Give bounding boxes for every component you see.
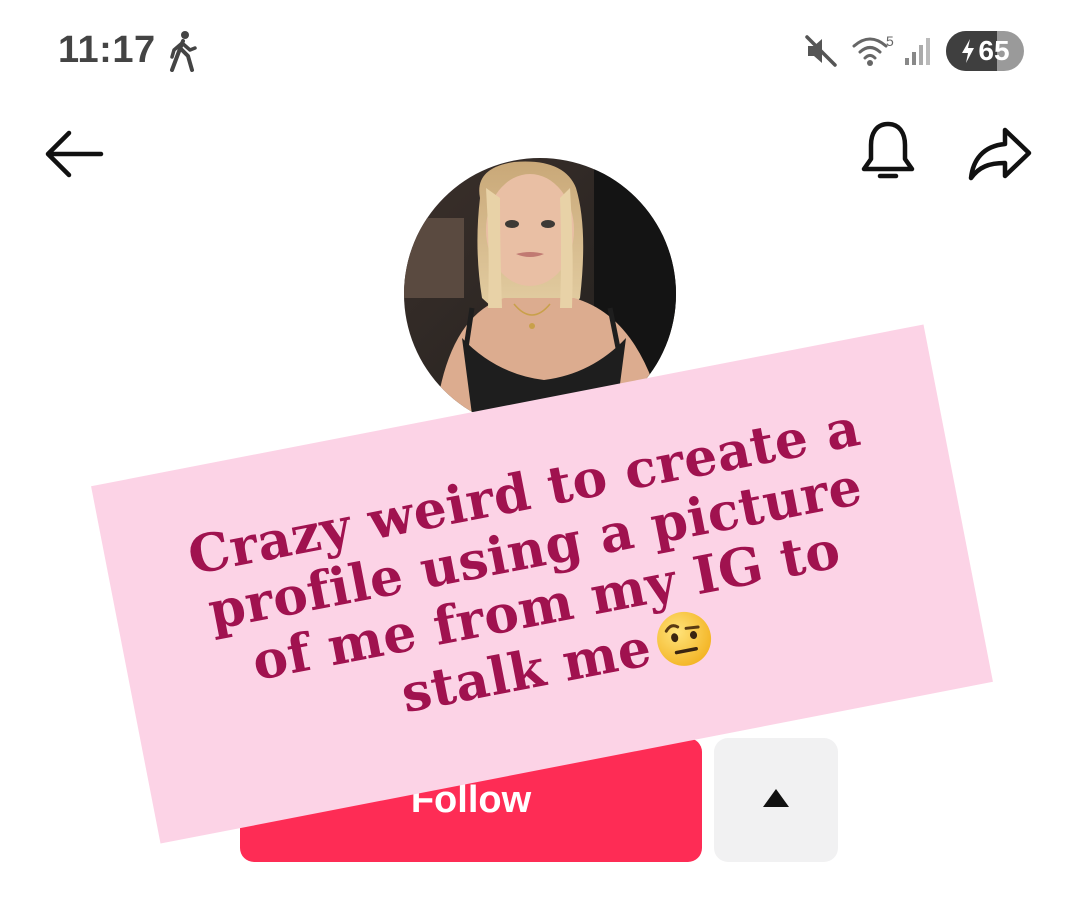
notification-bell-button[interactable] [852, 116, 924, 192]
wifi-icon: 5 [852, 34, 896, 68]
caption-sticker: Crazy weird to create a profile using a … [91, 324, 993, 844]
battery-indicator: 65 [946, 31, 1024, 71]
battery-charging-icon [960, 38, 976, 64]
status-icons: 5 65 [804, 30, 1024, 72]
share-icon [967, 126, 1033, 187]
caption-text: Crazy weird to create a profile using a … [175, 397, 909, 770]
mute-icon [804, 34, 838, 68]
more-options-button[interactable] [714, 738, 838, 862]
share-button[interactable] [962, 120, 1038, 192]
arrow-left-icon [43, 128, 105, 185]
walking-icon [166, 30, 198, 72]
wifi-label: 5 [886, 34, 894, 49]
bell-icon [859, 119, 917, 190]
back-button[interactable] [38, 120, 110, 192]
raised-eyebrow-emoji [651, 605, 721, 685]
signal-icon [904, 36, 934, 66]
battery-level: 65 [978, 35, 1010, 66]
triangle-up-icon [761, 787, 791, 814]
status-time: 11:17 [58, 29, 156, 71]
caption-message: Crazy weird to create a profile using a … [183, 397, 867, 726]
